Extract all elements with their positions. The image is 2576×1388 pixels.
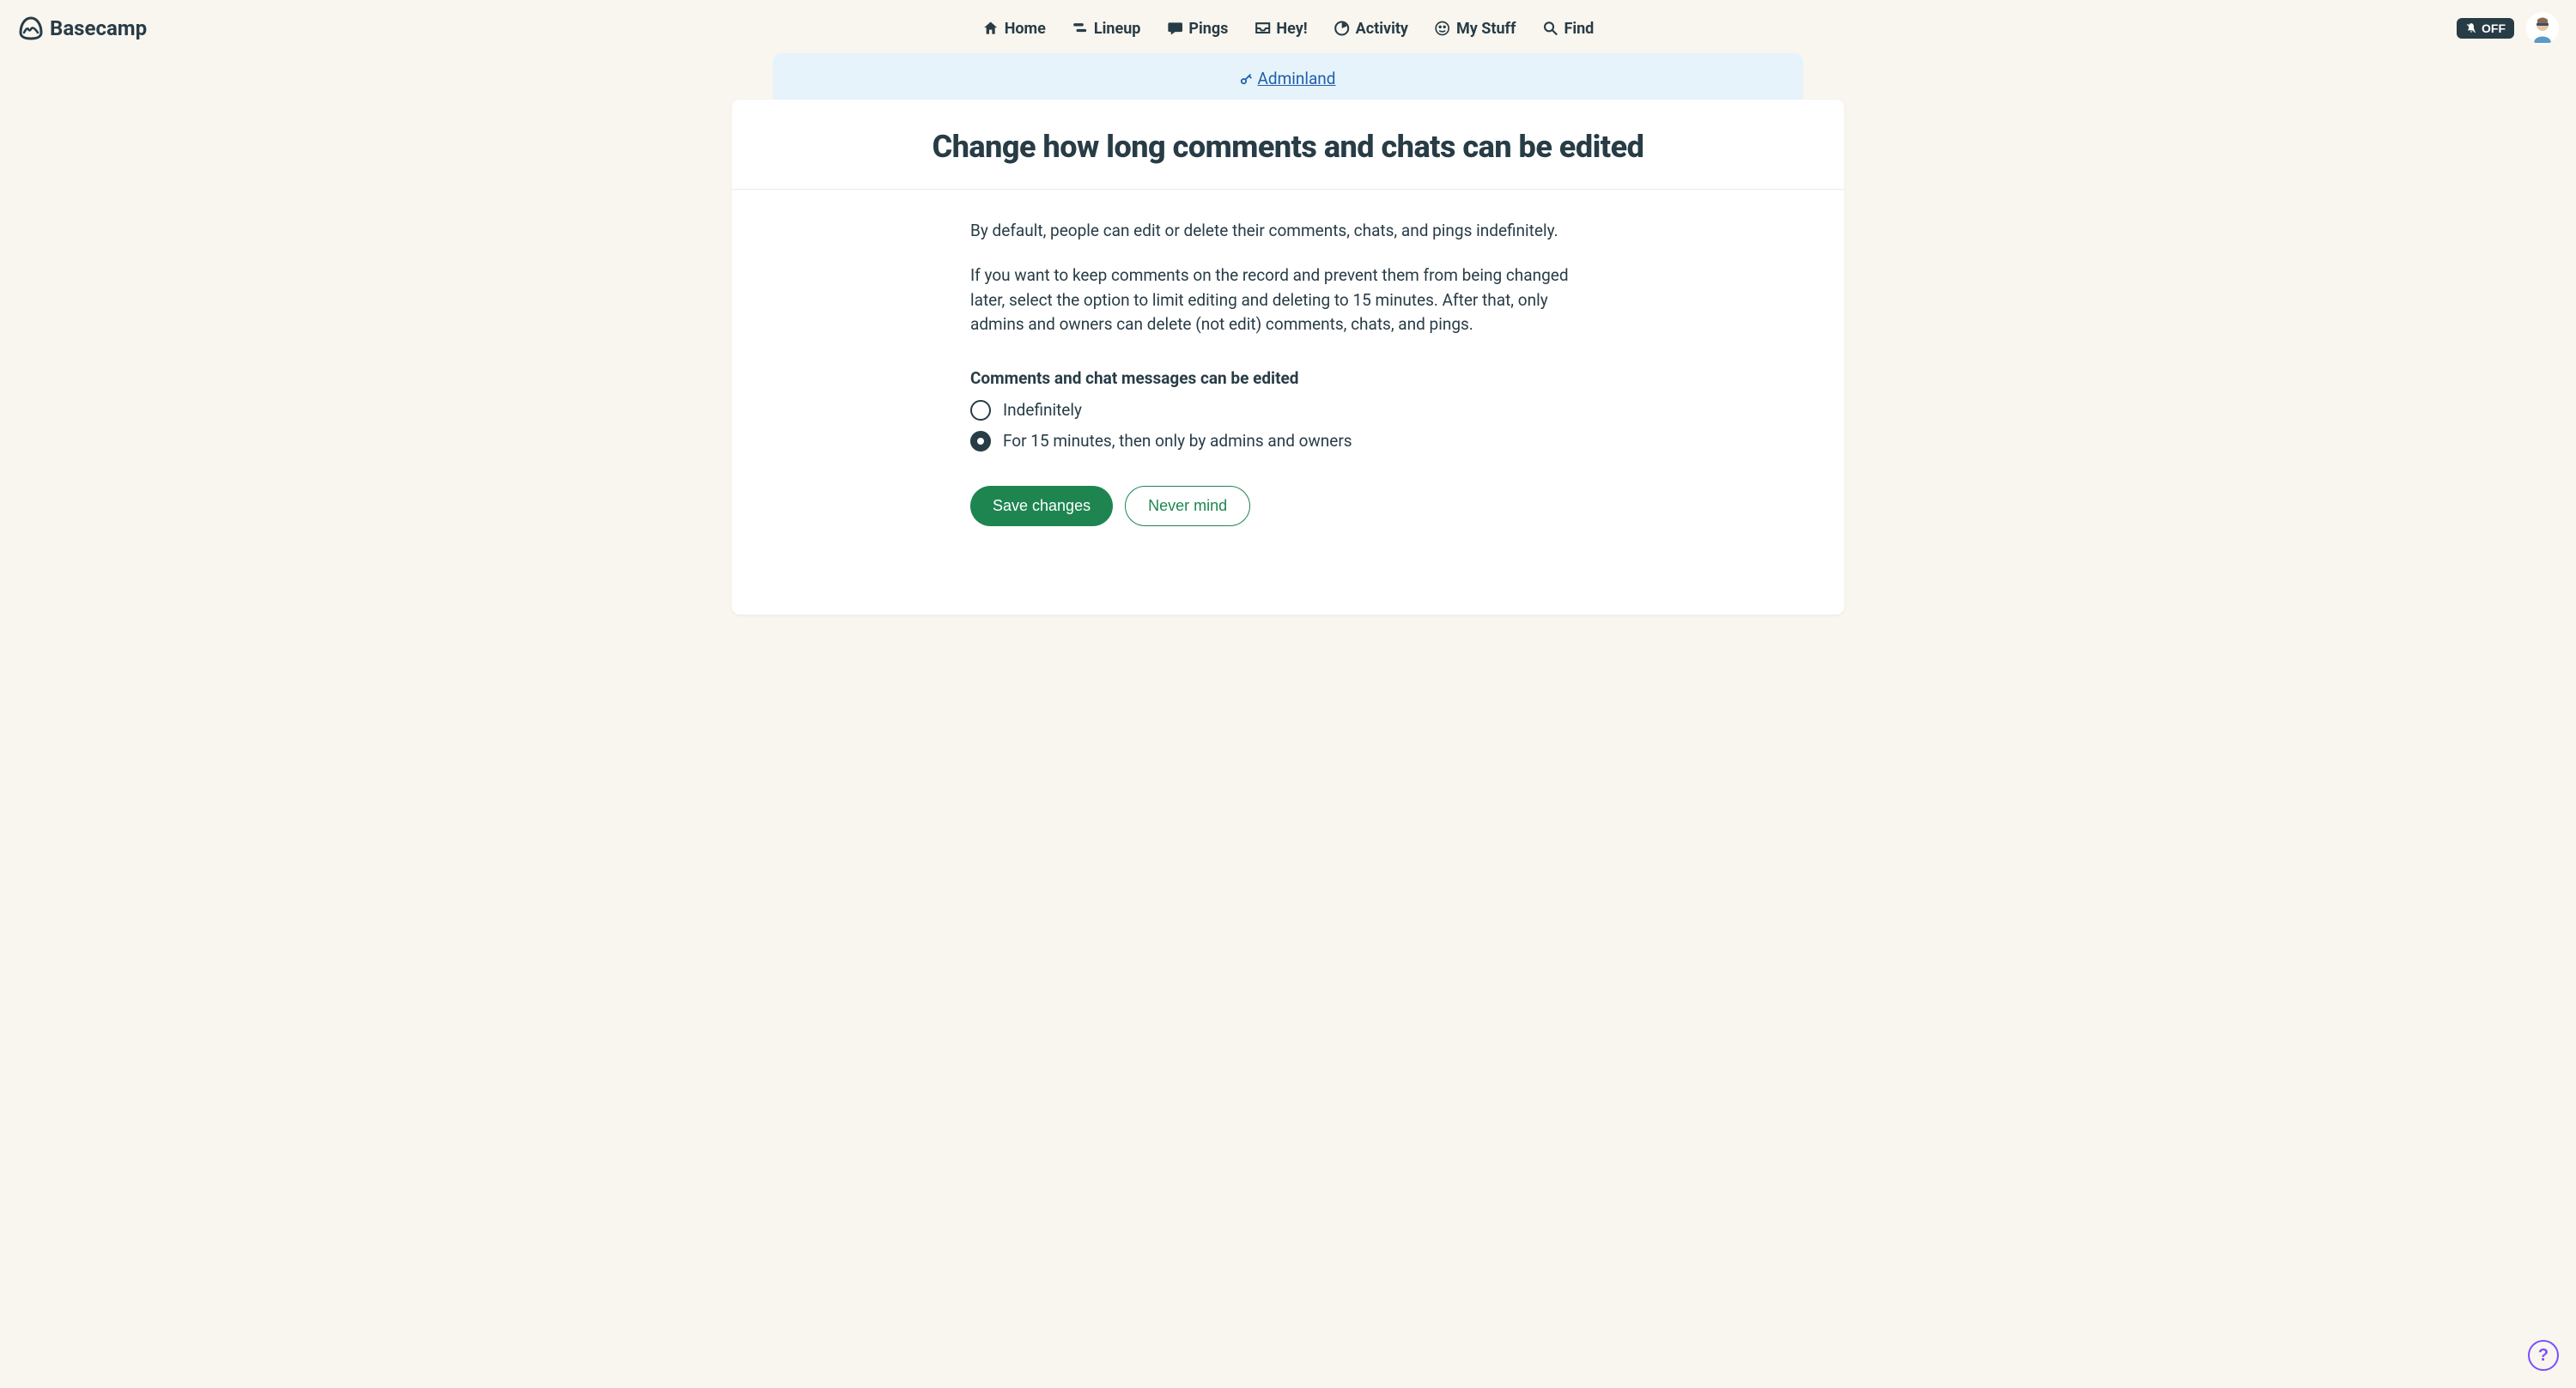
save-button[interactable]: Save changes bbox=[970, 486, 1113, 526]
radio-option-limited[interactable]: For 15 minutes, then only by admins and … bbox=[970, 431, 1606, 452]
main-nav: Home Lineup Pings Hey! Activity bbox=[982, 20, 1595, 38]
inbox-icon bbox=[1254, 20, 1271, 37]
section-label: Comments and chat messages can be edited bbox=[970, 368, 1606, 388]
radio-label: Indefinitely bbox=[1003, 400, 1082, 420]
brand-name: Basecamp bbox=[50, 16, 147, 40]
activity-icon bbox=[1334, 20, 1351, 37]
search-icon bbox=[1541, 20, 1558, 37]
page-title: Change how long comments and chats can b… bbox=[749, 129, 1827, 165]
nav-home[interactable]: Home bbox=[982, 20, 1046, 38]
radio-indicator bbox=[970, 431, 991, 452]
nav-hey[interactable]: Hey! bbox=[1254, 20, 1307, 38]
intro-text-1: By default, people can edit or delete th… bbox=[970, 219, 1606, 244]
topbar: Basecamp Home Lineup Pings Hey! bbox=[0, 0, 2576, 53]
form-actions: Save changes Never mind bbox=[970, 486, 1606, 526]
settings-card: Change how long comments and chats can b… bbox=[732, 100, 1844, 615]
user-avatar[interactable] bbox=[2526, 12, 2559, 45]
help-button[interactable]: ? bbox=[2528, 1340, 2559, 1371]
adminland-link[interactable]: Adminland bbox=[1240, 69, 1335, 88]
nav-mystuff[interactable]: My Stuff bbox=[1434, 20, 1516, 38]
smiley-icon bbox=[1434, 20, 1451, 37]
notifications-toggle[interactable]: OFF bbox=[2457, 18, 2514, 39]
nav-find[interactable]: Find bbox=[1541, 20, 1594, 38]
bell-off-icon bbox=[2465, 22, 2477, 34]
card-body: By default, people can edit or delete th… bbox=[953, 190, 1623, 555]
nav-activity[interactable]: Activity bbox=[1334, 20, 1408, 38]
card-header: Change how long comments and chats can b… bbox=[732, 100, 1844, 190]
pings-icon bbox=[1166, 20, 1183, 37]
header-right: OFF bbox=[2457, 12, 2559, 45]
cancel-button[interactable]: Never mind bbox=[1125, 486, 1250, 526]
key-icon bbox=[1240, 72, 1254, 86]
brand-logo[interactable]: Basecamp bbox=[17, 15, 147, 42]
nav-pings[interactable]: Pings bbox=[1166, 20, 1228, 38]
intro-text-2: If you want to keep comments on the reco… bbox=[970, 264, 1606, 337]
lineup-icon bbox=[1072, 20, 1089, 37]
radio-option-indefinitely[interactable]: Indefinitely bbox=[970, 400, 1606, 421]
radio-label: For 15 minutes, then only by admins and … bbox=[1003, 431, 1352, 451]
radio-indicator bbox=[970, 400, 991, 421]
basecamp-logo-icon bbox=[17, 15, 45, 42]
nav-lineup[interactable]: Lineup bbox=[1072, 20, 1141, 38]
home-icon bbox=[982, 20, 999, 37]
